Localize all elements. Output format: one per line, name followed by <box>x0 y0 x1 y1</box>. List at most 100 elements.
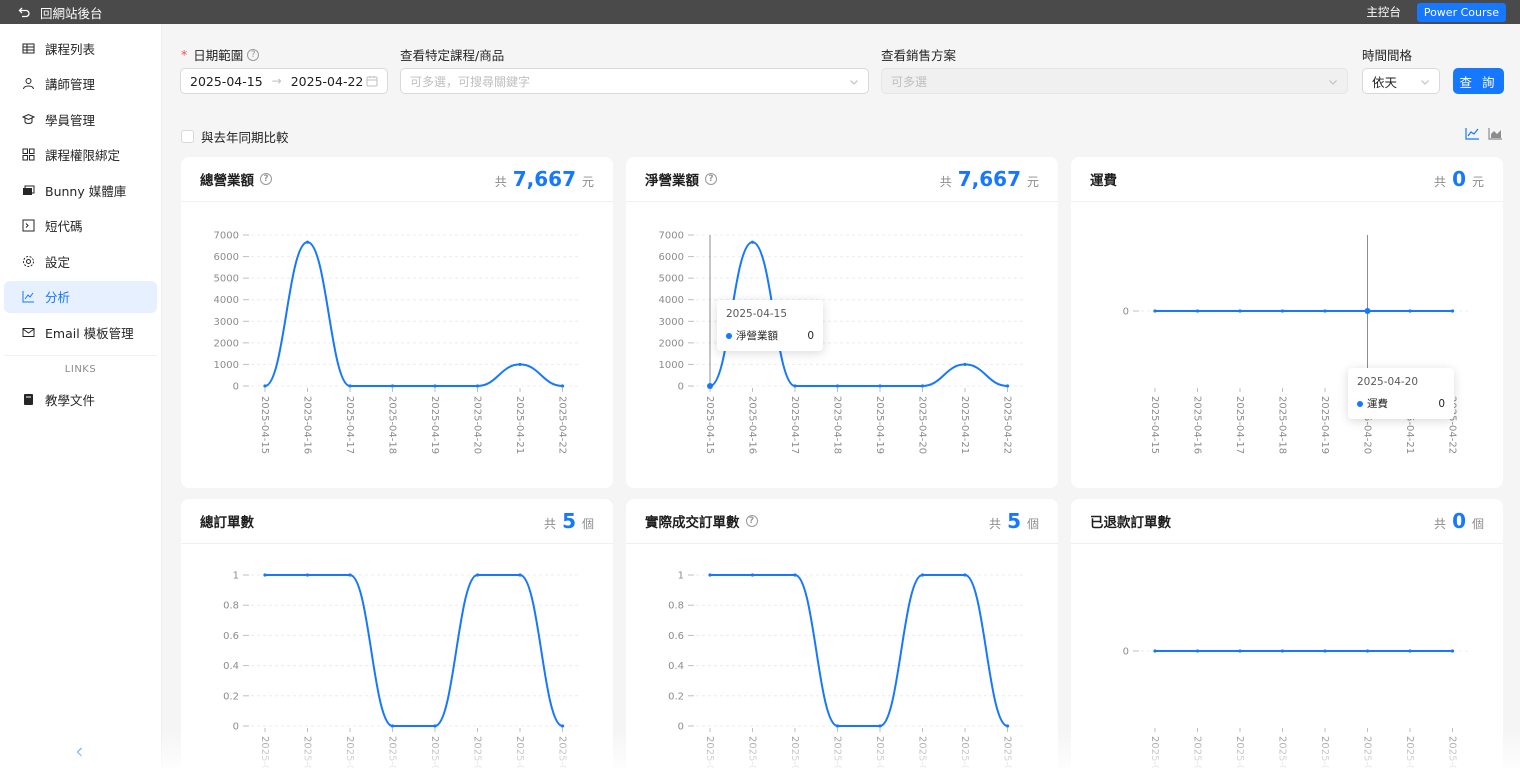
interval-select[interactable]: 依天 <box>1362 68 1440 94</box>
data-point[interactable] <box>1408 649 1412 653</box>
collapse-sidebar-icon[interactable] <box>74 746 86 758</box>
brand-button[interactable]: Power Course <box>1416 2 1506 22</box>
data-point[interactable] <box>963 362 967 367</box>
query-button[interactable]: 查 詢 <box>1453 68 1504 94</box>
area-chart-icon[interactable] <box>1488 127 1503 140</box>
plan-select-placeholder: 可多選 <box>891 74 928 89</box>
data-point[interactable] <box>475 573 480 577</box>
sidebar-item-3[interactable]: 課程權限綁定 <box>4 139 157 171</box>
x-tick-label: 2025-04-18 <box>1277 736 1288 768</box>
data-point[interactable] <box>348 384 352 388</box>
help-icon[interactable]: ? <box>247 48 260 61</box>
compare-checkbox[interactable] <box>181 130 194 143</box>
help-icon[interactable]: ? <box>745 515 758 527</box>
card-header: 已退款訂單數 共 0 個 <box>1071 499 1503 544</box>
y-tick-label: 3000 <box>214 317 239 328</box>
data-point[interactable] <box>263 384 267 388</box>
sidebar-item-1[interactable]: 講師管理 <box>4 68 157 100</box>
total-value: 7,667 <box>512 167 576 191</box>
data-point[interactable] <box>263 573 267 577</box>
data-point[interactable] <box>708 573 712 577</box>
line-chart-icon[interactable] <box>1465 127 1480 140</box>
data-point[interactable] <box>433 724 437 728</box>
compare-label: 與去年同期比較 <box>201 130 289 145</box>
top-bar: 回網站後台 主控台 Power Course <box>0 0 1520 24</box>
y-tick-label: 7000 <box>214 231 239 242</box>
data-point[interactable] <box>1408 309 1412 313</box>
data-point[interactable] <box>835 724 840 728</box>
data-point[interactable] <box>963 573 967 577</box>
data-point[interactable] <box>1005 724 1010 728</box>
sidebar-item-7[interactable]: 分析 <box>4 280 157 313</box>
data-point[interactable] <box>1450 309 1455 313</box>
data-point[interactable] <box>1195 649 1200 653</box>
data-point[interactable] <box>1450 649 1455 653</box>
data-point[interactable] <box>1153 649 1157 653</box>
data-point[interactable] <box>878 724 882 728</box>
sidebar-item-label: 教學文件 <box>45 392 96 408</box>
sidebar-item-6[interactable]: 設定 <box>4 245 157 277</box>
data-point[interactable] <box>1323 649 1327 653</box>
data-point[interactable] <box>348 573 352 577</box>
back-to-site-link[interactable]: 回網站後台 <box>0 3 103 22</box>
data-point[interactable] <box>920 573 925 577</box>
product-filter-label: 查看特定課程/商品 <box>400 48 505 63</box>
data-point[interactable] <box>475 384 480 388</box>
x-tick-label: 2025-04-19 <box>1319 736 1330 768</box>
data-point[interactable] <box>1280 309 1285 313</box>
data-point[interactable] <box>1365 649 1370 653</box>
data-point[interactable] <box>390 724 395 728</box>
data-point[interactable] <box>560 724 565 728</box>
stat-card: 淨營業額? 共 7,667 元 0 1000 2000 3000 4000 5000 6000 700… <box>626 157 1058 488</box>
date-end[interactable]: 2025-04-22 <box>282 74 373 89</box>
data-point[interactable] <box>1238 309 1242 313</box>
help-icon[interactable]: ? <box>705 173 717 185</box>
x-tick-label: 2025-04-15 <box>259 396 270 454</box>
data-point[interactable] <box>793 573 797 577</box>
data-point[interactable] <box>1323 309 1327 313</box>
sidebar-item-4[interactable]: Bunny 媒體庫 <box>4 174 157 206</box>
data-point[interactable] <box>920 384 925 388</box>
stat-card: 運費共 0 元 0 2025-04-15 2025-04-16 2025-04-17 2025… <box>1071 157 1503 488</box>
x-tick-label: 2025-04-18 <box>387 396 398 454</box>
date-start[interactable]: 2025-04-15 <box>181 74 272 89</box>
plan-select: 可多選 <box>881 68 1348 94</box>
x-tick-label: 2025-04-16 <box>1192 736 1203 768</box>
sidebar-item-0[interactable]: 課程列表 <box>4 32 157 64</box>
data-point[interactable] <box>835 384 840 388</box>
total-value: 5 <box>562 509 576 533</box>
product-select[interactable]: 可多選，可搜尋關鍵字 <box>400 68 869 94</box>
date-range-picker[interactable]: 2025-04-15 → 2025-04-22 <box>180 68 388 94</box>
data-point[interactable] <box>518 573 522 577</box>
y-tick-label: 0.8 <box>223 601 239 612</box>
data-point[interactable] <box>793 384 797 388</box>
y-tick-label: 1 <box>233 571 239 582</box>
data-point[interactable] <box>750 240 755 244</box>
sidebar-item-8[interactable]: Email 模板管理 <box>4 316 157 348</box>
data-point[interactable] <box>1153 309 1157 313</box>
card-title: 總營業額? <box>200 169 272 189</box>
data-point[interactable] <box>560 384 565 388</box>
sidebar-item-label: 設定 <box>45 254 71 270</box>
compare-last-year[interactable]: 與去年同期比較 <box>181 127 289 146</box>
data-point[interactable] <box>305 573 310 577</box>
console-link[interactable]: 主控台 <box>1366 4 1401 20</box>
data-point[interactable] <box>433 384 437 388</box>
data-point[interactable] <box>1195 309 1200 313</box>
y-tick-label: 0 <box>1123 647 1129 658</box>
data-point[interactable] <box>1005 384 1010 388</box>
sidebar-item-link-0[interactable]: 教學文件 <box>4 383 157 415</box>
data-point[interactable] <box>750 573 755 577</box>
data-point[interactable] <box>390 384 395 388</box>
y-tick-label: 0.4 <box>223 661 239 672</box>
help-icon[interactable]: ? <box>260 173 272 185</box>
data-point[interactable] <box>518 362 522 367</box>
sidebar-item-5[interactable]: 短代碼 <box>4 210 157 242</box>
data-point[interactable] <box>1280 649 1285 653</box>
x-tick-label: 2025-04-19 <box>874 736 885 768</box>
data-point[interactable] <box>878 384 882 388</box>
total-value: 0 <box>1452 509 1466 533</box>
data-point[interactable] <box>1238 649 1242 653</box>
sidebar-item-2[interactable]: 學員管理 <box>4 103 157 135</box>
data-point[interactable] <box>305 240 310 244</box>
